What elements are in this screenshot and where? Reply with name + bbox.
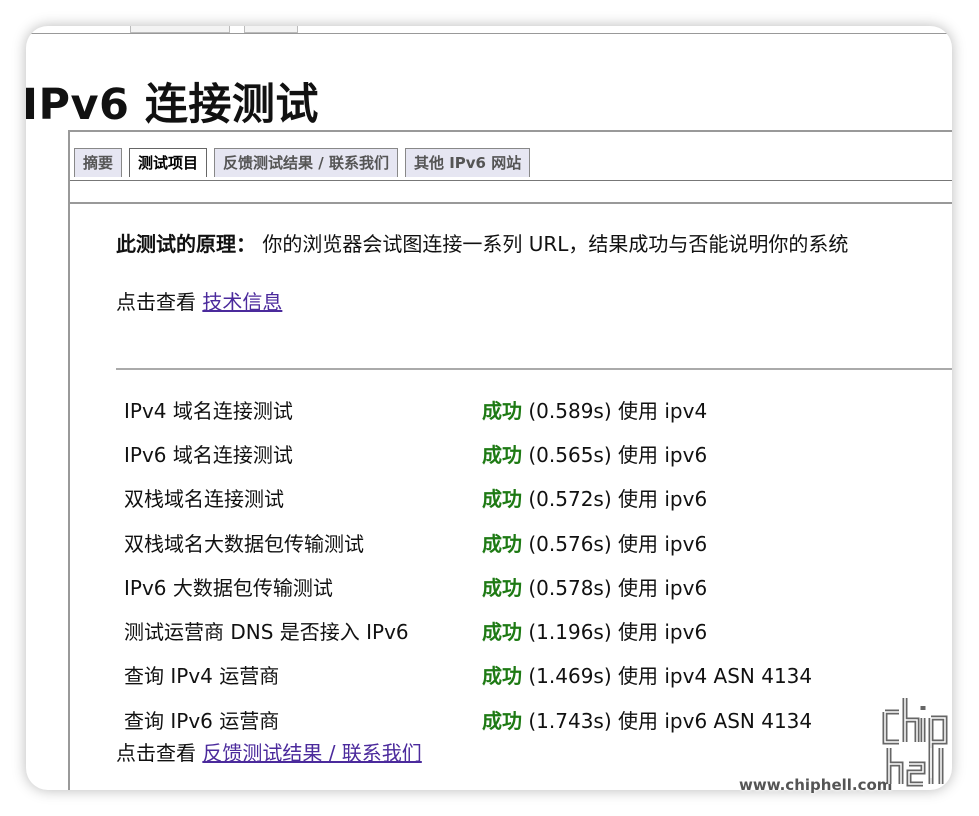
test-detail: (0.589s) 使用 ipv4: [528, 398, 708, 423]
status-success: 成功: [482, 708, 522, 733]
status-success: 成功: [482, 531, 522, 556]
top-tab-stub: [244, 26, 298, 33]
principle-label: 此测试的原理：: [116, 232, 256, 256]
test-name: 查询 IPv6 运营商: [124, 708, 280, 733]
status-success: 成功: [482, 442, 522, 467]
result-row: 双栈域名连接测试 成功 (0.572s) 使用 ipv6: [124, 476, 812, 520]
feedback-row: 点击查看 反馈测试结果 / 联系我们: [116, 737, 422, 766]
test-panel: 摘要 测试项目 反馈测试结果 / 联系我们 其他 IPv6 网站 此测试的原理：…: [68, 130, 952, 790]
principle-text: 你的浏览器会试图连接一系列 URL，结果成功与否能说明你的系统: [262, 232, 849, 256]
tab-other-ipv6-sites[interactable]: 其他 IPv6 网站: [404, 148, 531, 177]
result-row: 双栈域名大数据包传输测试 成功 (0.576s) 使用 ipv6: [124, 520, 812, 564]
status-success: 成功: [482, 575, 522, 600]
test-principle: 此测试的原理： 你的浏览器会试图连接一系列 URL，结果成功与否能说明你的系统: [116, 228, 848, 257]
chiphell-logo-icon: [882, 698, 948, 787]
top-rule: [26, 33, 952, 34]
page-title: IPv6 连接测试: [26, 80, 319, 130]
status-success: 成功: [482, 664, 522, 689]
tab-divider: [70, 202, 952, 204]
test-name: 双栈域名大数据包传输测试: [124, 531, 364, 556]
screenshot-card: IPv6 连接测试 摘要 测试项目 反馈测试结果 / 联系我们 其他 IPv6 …: [26, 26, 952, 790]
result-row: 查询 IPv4 运营商 成功 (1.469s) 使用 ipv4 ASN 4134: [124, 653, 812, 697]
status-success: 成功: [482, 620, 522, 645]
test-detail: (0.565s) 使用 ipv6: [528, 442, 708, 467]
result-row: IPv6 大数据包传输测试 成功 (0.578s) 使用 ipv6: [124, 564, 812, 608]
results-table: IPv4 域名连接测试 成功 (0.589s) 使用 ipv4 IPv6 域名连…: [124, 387, 812, 741]
feedback-prefix: 点击查看: [116, 741, 196, 765]
test-detail: (0.572s) 使用 ipv6: [528, 487, 708, 512]
tab-test-items[interactable]: 测试项目: [129, 148, 208, 177]
test-detail: (0.576s) 使用 ipv6: [528, 531, 708, 556]
test-detail: (1.469s) 使用 ipv4 ASN 4134: [528, 664, 813, 689]
watermark-text: www.chiphell.com: [739, 776, 893, 794]
test-name: 查询 IPv4 运营商: [124, 664, 280, 689]
result-row: IPv6 域名连接测试 成功 (0.565s) 使用 ipv6: [124, 431, 812, 475]
chiphell-watermark: www.chiphell.com: [739, 692, 969, 802]
top-tab-stub: [130, 26, 230, 33]
status-success: 成功: [482, 398, 522, 423]
test-name: IPv6 域名连接测试: [124, 442, 293, 467]
test-detail: (0.578s) 使用 ipv6: [528, 575, 708, 600]
tab-bar: 摘要 测试项目 反馈测试结果 / 联系我们 其他 IPv6 网站: [74, 148, 531, 177]
result-row: 查询 IPv6 运营商 成功 (1.743s) 使用 ipv6 ASN 4134: [124, 697, 812, 741]
tech-info-prefix: 点击查看: [116, 290, 196, 314]
test-name: 测试运营商 DNS 是否接入 IPv6: [124, 620, 409, 645]
result-row: IPv4 域名连接测试 成功 (0.589s) 使用 ipv4: [124, 387, 812, 431]
section-divider: [116, 368, 952, 370]
tab-feedback[interactable]: 反馈测试结果 / 联系我们: [214, 148, 398, 177]
tech-info-row: 点击查看 技术信息: [116, 286, 282, 315]
test-name: 双栈域名连接测试: [124, 487, 284, 512]
test-detail: (1.196s) 使用 ipv6: [528, 620, 708, 645]
feedback-link[interactable]: 反馈测试结果 / 联系我们: [202, 741, 421, 765]
tech-info-link[interactable]: 技术信息: [202, 290, 282, 314]
test-name: IPv4 域名连接测试: [124, 398, 293, 423]
tab-divider: [70, 180, 952, 181]
tab-summary[interactable]: 摘要: [74, 148, 123, 177]
status-success: 成功: [482, 487, 522, 512]
result-row: 测试运营商 DNS 是否接入 IPv6 成功 (1.196s) 使用 ipv6: [124, 608, 812, 652]
test-name: IPv6 大数据包传输测试: [124, 575, 333, 600]
